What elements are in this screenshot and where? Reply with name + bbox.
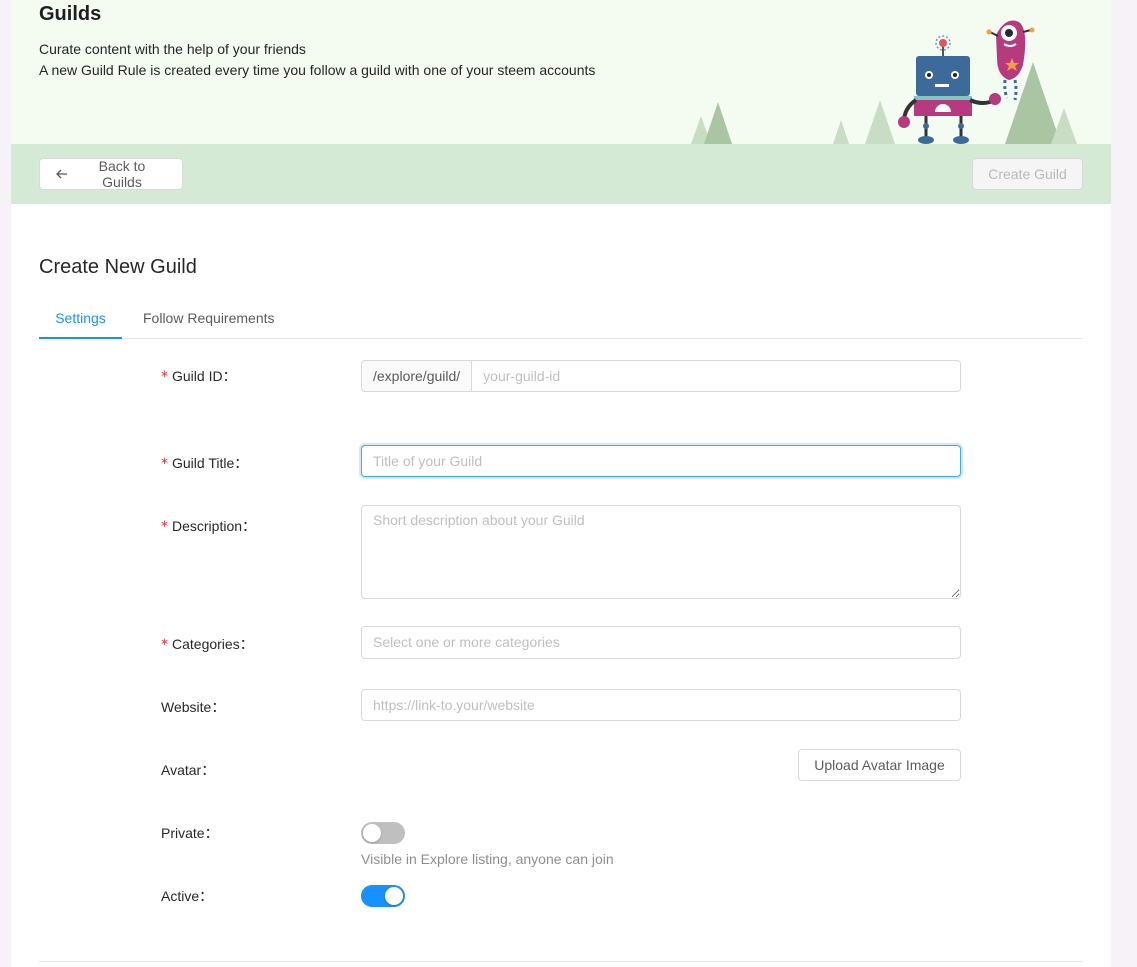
header-banner: Guilds Curate content with the help of y…: [11, 0, 1111, 144]
private-label: Private：: [161, 825, 219, 841]
required-mark: *: [161, 456, 168, 472]
guild-id-input-group: /explore/guild/: [361, 360, 961, 392]
guild-title-label: * Guild Title：: [161, 455, 249, 472]
private-help-text: Visible in Explore listing, anyone can j…: [361, 851, 614, 867]
description-textarea[interactable]: [361, 505, 961, 599]
tree-icon: [865, 100, 895, 144]
categories-select[interactable]: Select one or more categories: [361, 626, 961, 659]
guild-id-input[interactable]: [471, 360, 961, 392]
back-to-guilds-button[interactable]: Back to Guilds: [39, 158, 183, 190]
guild-title-input[interactable]: [361, 445, 961, 477]
guild-id-prefix: /explore/guild/: [361, 360, 472, 392]
tab-settings[interactable]: Settings: [39, 298, 122, 338]
private-toggle[interactable]: [361, 822, 405, 844]
tree-icon: [704, 102, 732, 144]
form-tabs: Settings Follow Requirements: [39, 298, 1083, 339]
categories-label: * Categories：: [161, 636, 254, 653]
required-mark: *: [161, 519, 168, 535]
create-guild-button[interactable]: Create Guild: [972, 158, 1083, 190]
upload-avatar-button[interactable]: Upload Avatar Image: [798, 749, 961, 781]
back-button-label: Back to Guilds: [98, 158, 146, 190]
website-label: Website：: [161, 699, 226, 715]
active-tab-indicator: [39, 337, 122, 339]
action-bar: Back to Guilds Create Guild: [11, 144, 1111, 204]
arrow-left-icon: [55, 167, 69, 181]
active-toggle[interactable]: [361, 885, 405, 907]
form-title: Create New Guild: [39, 256, 197, 278]
toggle-knob: [363, 824, 381, 842]
page-title: Guilds: [39, 3, 102, 25]
robot-icon: [898, 35, 1001, 144]
required-mark: *: [161, 637, 168, 653]
tree-icon: [833, 120, 849, 144]
website-input[interactable]: [361, 689, 961, 721]
toggle-knob: [385, 887, 403, 905]
page-card: Guilds Curate content with the help of y…: [11, 0, 1111, 967]
active-label: Active：: [161, 888, 214, 904]
tree-icon: [1051, 108, 1077, 144]
page-subtitle: Curate content with the help of your fri…: [39, 41, 306, 57]
guild-id-label: * Guild ID：: [161, 368, 237, 385]
tab-follow-requirements[interactable]: Follow Requirements: [143, 298, 275, 338]
divider: [39, 961, 1083, 962]
description-label: * Description：: [161, 518, 257, 535]
avatar-label: Avatar：: [161, 762, 216, 778]
page-description: A new Guild Rule is created every time y…: [39, 62, 596, 78]
required-mark: *: [161, 369, 168, 385]
